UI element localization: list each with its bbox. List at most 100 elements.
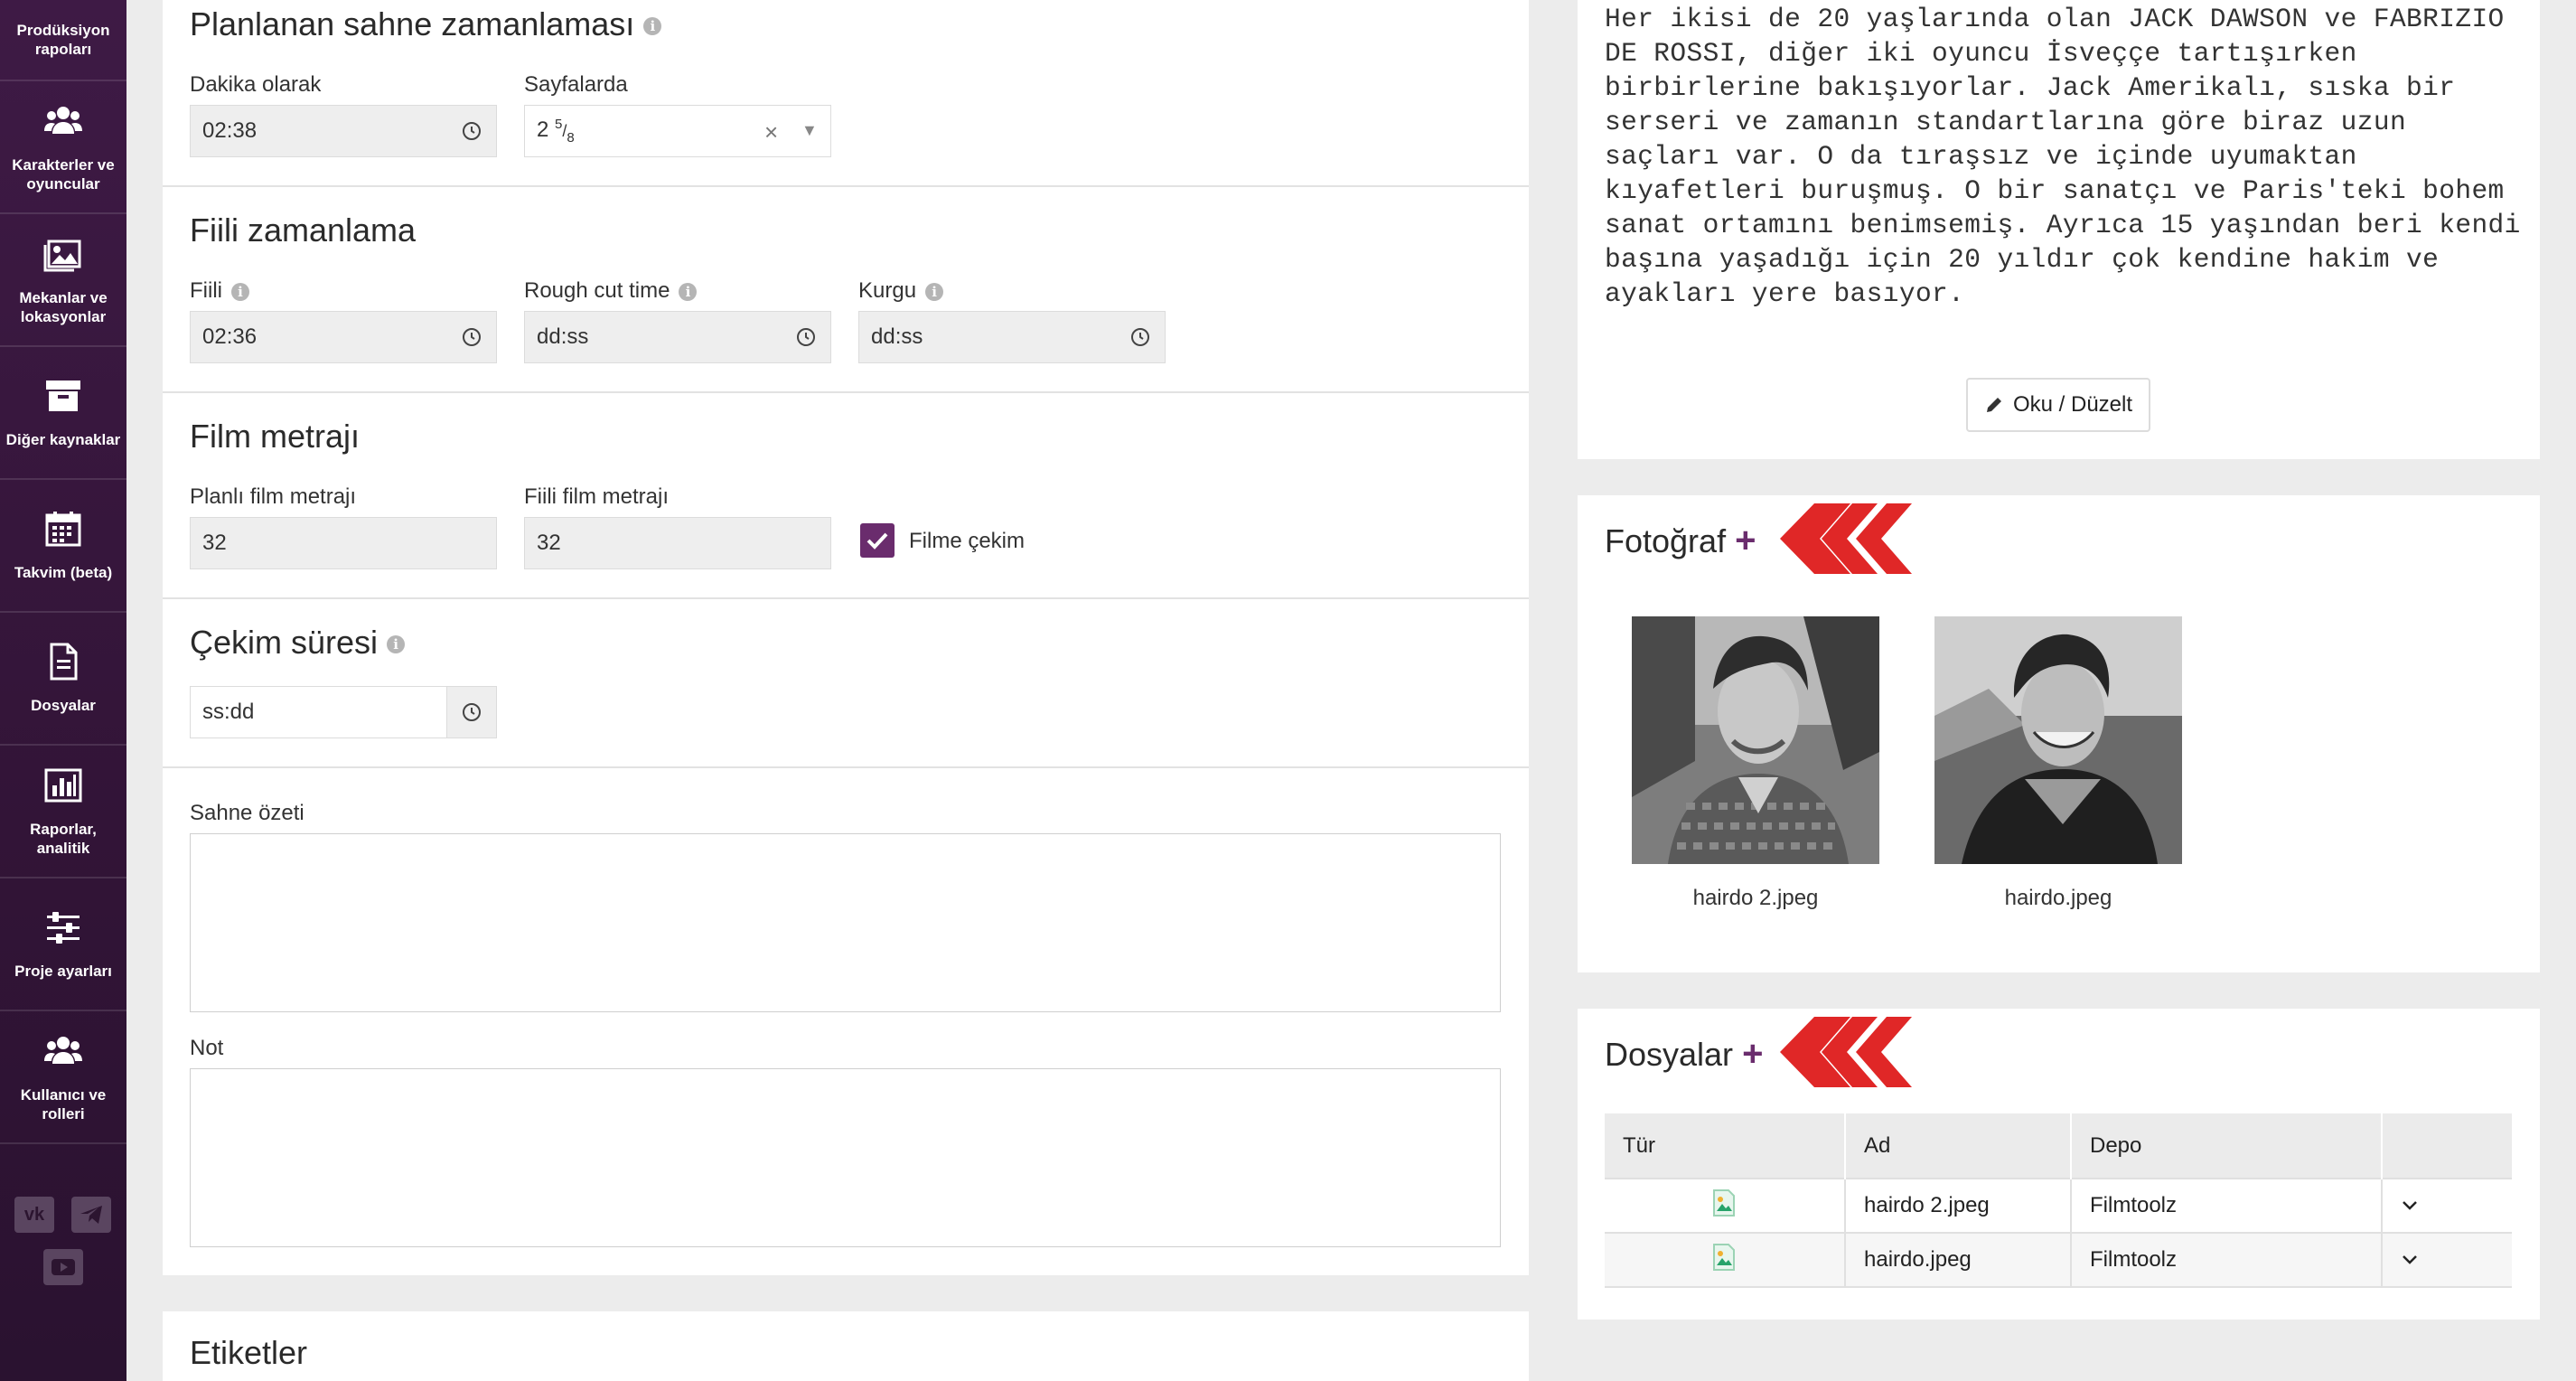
check-icon (866, 532, 888, 550)
table-row[interactable]: hairdo.jpeg Filmtoolz (1605, 1232, 2512, 1288)
kurgu-input[interactable]: dd:ss (858, 311, 1166, 363)
photo-caption: hairdo.jpeg (2004, 886, 2112, 910)
photo-caption: hairdo 2.jpeg (1692, 886, 1819, 910)
footage-title: Film metrajı (190, 418, 360, 455)
sidebar: Prodüksiyon rapoları Karakterler ve oyun… (0, 0, 126, 1381)
column-header-name[interactable]: Ad (1845, 1113, 2072, 1179)
brand-chevron-icon (1780, 503, 1912, 574)
planned-title-text: Planlanan sahne zamanlaması (190, 5, 635, 42)
shoot-duration-input[interactable]: ss:dd (190, 686, 497, 738)
photos-title-text: Fotoğraf (1605, 522, 1727, 559)
film-shoot-label: Filme çekim (909, 529, 1026, 553)
users-icon (44, 1036, 82, 1064)
shoot-title: Çekim süresi i (190, 624, 406, 662)
planned-title: Planlanan sahne zamanlaması i (190, 5, 662, 43)
scene-description: Her ikisi de 20 yaşlarında olan JACK DAW… (1605, 4, 2521, 309)
summary-textarea[interactable] (190, 833, 1501, 1012)
rough-cut-value: dd:ss (537, 324, 589, 349)
photo-thumbnail[interactable] (1934, 616, 2182, 864)
file-icon (50, 643, 78, 681)
info-icon[interactable]: i (643, 17, 662, 36)
clock-icon[interactable] (462, 327, 482, 347)
photos-title: Fotoğraf + (1605, 521, 1756, 561)
minutes-label: Dakika olarak (190, 72, 322, 97)
pages-label: Sayfalarda (524, 72, 628, 97)
files-title-text: Dosyalar (1605, 1036, 1734, 1073)
clock-addon[interactable] (446, 687, 496, 737)
sidebar-item-label: Kullanıcı ve rolleri (20, 1085, 107, 1123)
sidebar-item-label: Prodüksiyon rapoları (16, 22, 110, 58)
chevron-down-icon[interactable] (2401, 1199, 2419, 1212)
sidebar-item-files[interactable]: Dosyalar (0, 613, 126, 746)
actual-footage-input[interactable]: 32 (524, 517, 831, 569)
sidebar-item-reports[interactable]: Raporlar, analitik (0, 746, 126, 878)
telegram-icon[interactable] (71, 1197, 111, 1233)
row-actions-cell[interactable] (2382, 1232, 2512, 1288)
users-icon (44, 106, 82, 134)
column-header-type[interactable]: Tür (1605, 1113, 1846, 1179)
minutes-input[interactable]: 02:38 (190, 105, 497, 157)
actual-title: Fiili zamanlama (190, 211, 417, 249)
film-shoot-checkbox[interactable] (860, 523, 895, 558)
clock-icon[interactable] (462, 121, 482, 141)
youtube-icon[interactable] (43, 1249, 83, 1285)
add-file-button[interactable]: + (1742, 1034, 1763, 1074)
file-name-cell[interactable]: hairdo.jpeg (1845, 1232, 2072, 1288)
sidebar-item-label: Dosyalar (31, 697, 96, 714)
image-icon (43, 240, 81, 271)
clear-icon[interactable]: × (764, 118, 778, 146)
fiili-label: Fiili i (190, 278, 249, 304)
read-edit-button[interactable]: Oku / Düzelt (1966, 378, 2150, 432)
add-photo-button[interactable]: + (1735, 521, 1756, 560)
image-file-icon (1713, 1188, 1735, 1217)
info-icon[interactable]: i (679, 282, 698, 301)
file-type-cell (1605, 1232, 1846, 1288)
planned-footage-input[interactable]: 32 (190, 517, 497, 569)
archive-icon (46, 380, 80, 411)
vk-icon[interactable]: vk (14, 1197, 54, 1233)
sliders-icon (47, 912, 80, 944)
info-icon[interactable]: i (387, 635, 406, 654)
planned-footage-value: 32 (202, 531, 227, 555)
clock-icon[interactable] (1130, 327, 1150, 347)
tags-title: Etiketler (190, 1334, 308, 1371)
sidebar-item-locations[interactable]: Mekanlar ve lokasyonlar (0, 214, 126, 347)
rough-cut-label: Rough cut time i (524, 278, 698, 304)
fiili-value: 02:36 (202, 324, 258, 349)
pages-select[interactable]: 2 5/8 × ▼ (524, 105, 831, 157)
sidebar-item-label: Proje ayarları (14, 963, 112, 980)
sidebar-item-calendar[interactable]: Takvim (beta) (0, 480, 126, 613)
chevron-down-icon[interactable] (2401, 1254, 2419, 1266)
rough-cut-input[interactable]: dd:ss (524, 311, 831, 363)
summary-label: Sahne özeti (190, 801, 304, 825)
file-name-cell[interactable]: hairdo 2.jpeg (1845, 1178, 2072, 1233)
sidebar-item-production-reports[interactable]: Prodüksiyon rapoları (0, 0, 126, 81)
info-icon[interactable]: i (231, 282, 249, 301)
sidebar-item-other-resources[interactable]: Diğer kaynaklar (0, 347, 126, 480)
file-storage-cell: Filmtoolz (2071, 1178, 2383, 1233)
files-table: Tür Ad Depo hairdo 2.jpeg Filmtoolz hair… (1605, 1113, 2512, 1288)
file-type-cell (1605, 1178, 1846, 1233)
column-header-storage[interactable]: Depo (2071, 1113, 2383, 1179)
info-icon[interactable]: i (925, 282, 944, 301)
sidebar-item-characters[interactable]: Karakterler ve oyuncular (0, 81, 126, 214)
kurgu-label: Kurgu i (858, 278, 944, 304)
photo-thumbnail[interactable] (1632, 616, 1879, 864)
calendar-icon (45, 512, 81, 547)
brand-chevron-icon (1780, 1017, 1912, 1087)
sidebar-item-project-settings[interactable]: Proje ayarları (0, 878, 126, 1011)
portrait-image (1934, 616, 2182, 864)
actual-footage-label: Fiili film metrajı (524, 484, 669, 509)
table-header-row: Tür Ad Depo (1605, 1113, 2512, 1179)
kurgu-label-text: Kurgu (858, 278, 917, 303)
table-row[interactable]: hairdo 2.jpeg Filmtoolz (1605, 1178, 2512, 1233)
sidebar-item-label: Diğer kaynaklar (5, 431, 121, 448)
fiili-input[interactable]: 02:36 (190, 311, 497, 363)
note-textarea[interactable] (190, 1068, 1501, 1247)
bar-chart-icon (44, 768, 82, 802)
row-actions-cell[interactable] (2382, 1178, 2512, 1233)
chevron-down-icon[interactable]: ▼ (801, 121, 818, 140)
sidebar-item-users-roles[interactable]: Kullanıcı ve rolleri (0, 1011, 126, 1144)
planned-footage-label: Planlı film metrajı (190, 484, 357, 509)
clock-icon[interactable] (796, 327, 816, 347)
